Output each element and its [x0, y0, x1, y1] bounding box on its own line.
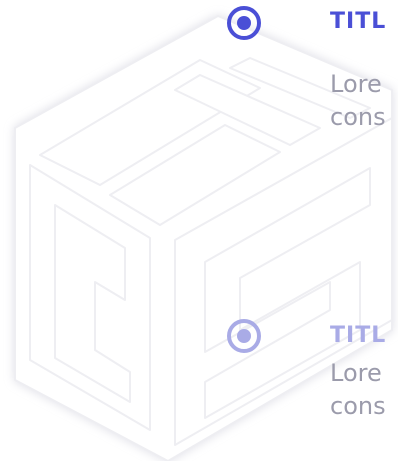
feature-description-line: Lore: [330, 359, 382, 387]
radio-dot: [237, 329, 251, 343]
feature-title: TITL: [330, 9, 387, 34]
feature-description-line: cons: [330, 392, 386, 420]
feature-title: TITL: [330, 323, 387, 348]
feature-description-line: Lore: [330, 70, 382, 98]
radio-unselected-icon[interactable]: [227, 319, 261, 353]
feature-description: Lore cons: [330, 357, 386, 423]
radio-selected-icon[interactable]: [227, 6, 261, 40]
feature-description: Lore cons: [330, 68, 386, 134]
radio-dot: [237, 16, 251, 30]
feature-description-line: cons: [330, 103, 386, 131]
